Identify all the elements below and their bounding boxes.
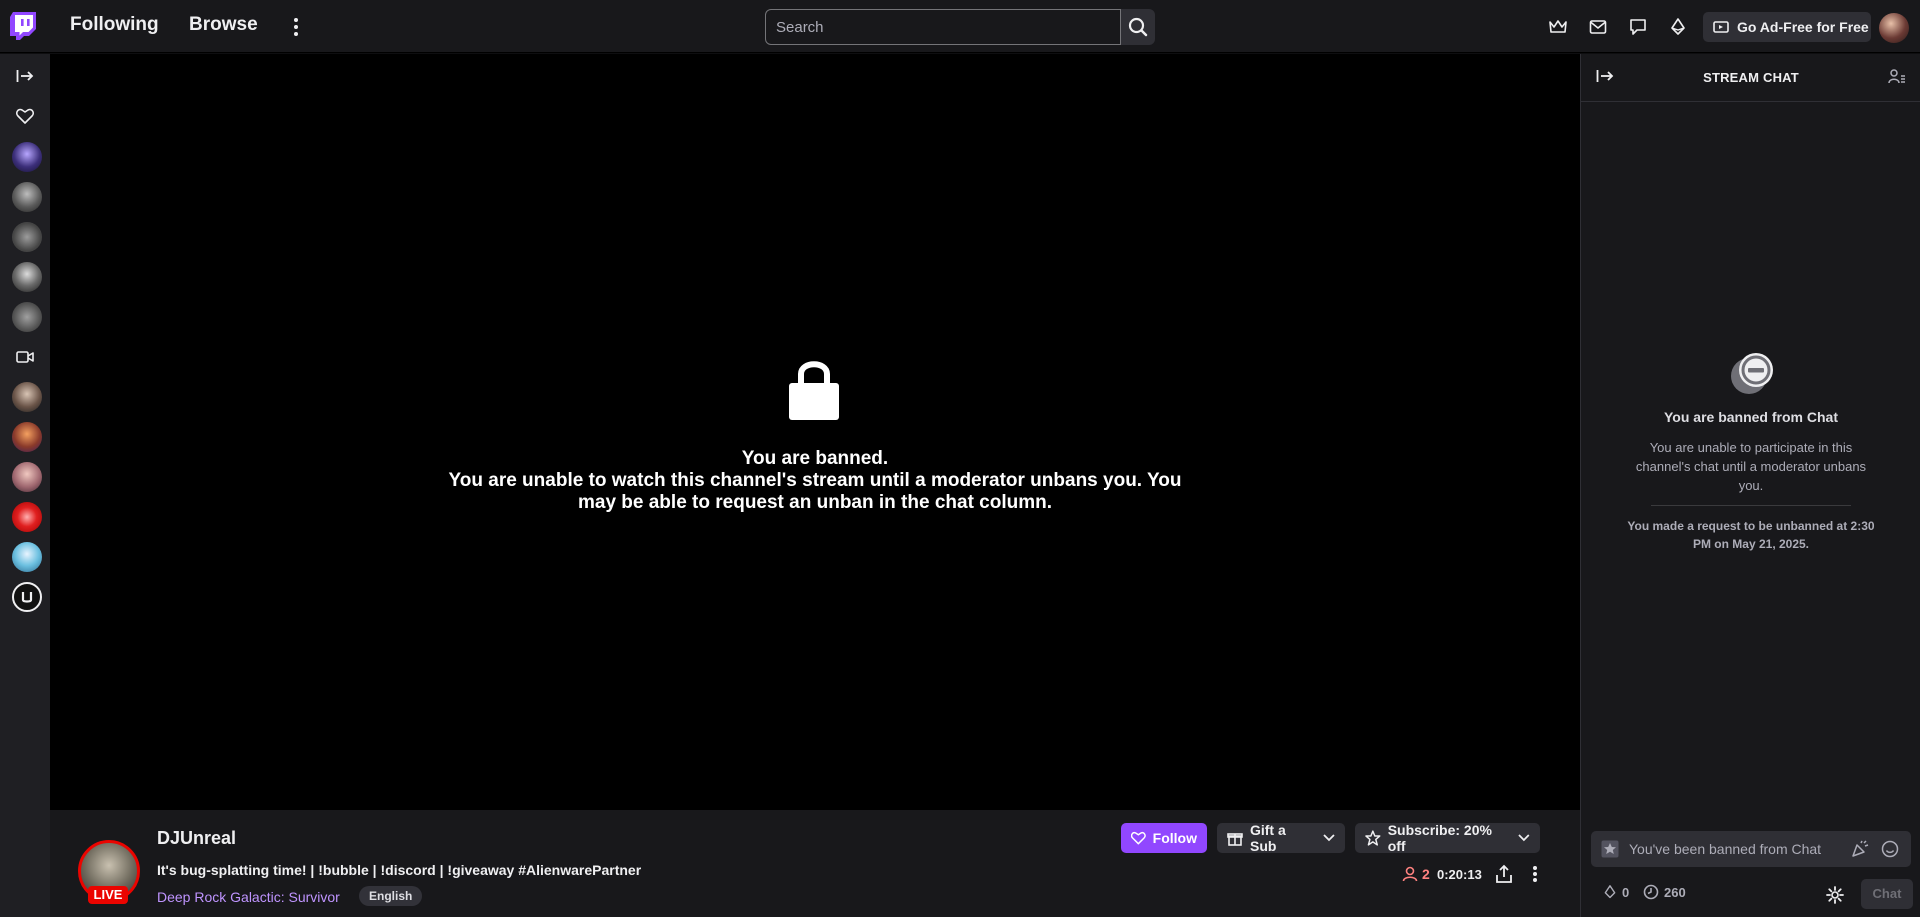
more-menu-icon[interactable] bbox=[288, 15, 304, 39]
subscribe-label: Subscribe: 20% off bbox=[1387, 822, 1492, 854]
sidebar-channel-avatar[interactable] bbox=[12, 462, 42, 492]
star-icon bbox=[1365, 830, 1381, 846]
gift-sub-label: Gift a Sub bbox=[1249, 822, 1286, 854]
sidebar-channel-avatar[interactable] bbox=[12, 502, 42, 532]
unreal-logo-icon bbox=[21, 592, 33, 603]
search-button[interactable] bbox=[1121, 9, 1155, 45]
live-channels-camera-icon bbox=[14, 346, 36, 368]
ban-title: You are banned. bbox=[741, 448, 889, 469]
video-player[interactable] bbox=[50, 54, 1580, 810]
sidebar-channel-avatar[interactable] bbox=[12, 422, 42, 452]
followed-heart-icon bbox=[14, 105, 36, 127]
bits-count: 0 bbox=[1622, 884, 1630, 900]
viewers-person-icon bbox=[1402, 866, 1418, 882]
streamer-name[interactable]: DJUnreal bbox=[157, 828, 236, 849]
sidebar-channel-avatar[interactable] bbox=[12, 142, 42, 172]
live-badge: LIVE bbox=[88, 886, 128, 904]
ban-message: You are unable to watch this channel's s… bbox=[448, 470, 1182, 513]
heart-icon bbox=[1131, 832, 1146, 845]
user-avatar[interactable] bbox=[1879, 13, 1909, 43]
search-icon bbox=[1128, 17, 1148, 37]
unban-request-message: You made a request to be unbanned at 2:3… bbox=[1627, 519, 1875, 551]
top-nav-bar: Following Browse Go Ad-Free for Free bbox=[0, 0, 1920, 53]
party-icon[interactable] bbox=[1851, 840, 1869, 863]
channel-points-count: 260 bbox=[1664, 884, 1686, 900]
inbox-icon[interactable] bbox=[1587, 16, 1609, 38]
subscribe-button[interactable]: Subscribe: 20% off bbox=[1355, 822, 1540, 854]
ad-free-icon bbox=[1713, 21, 1729, 33]
go-ad-free-label: Go Ad-Free for Free bbox=[1737, 19, 1869, 35]
stream-title: It's bug-splatting time! | !bubble | !di… bbox=[157, 862, 642, 878]
nav-browse-link[interactable]: Browse bbox=[189, 14, 258, 36]
sidebar-channel-avatar[interactable] bbox=[12, 222, 42, 252]
sidebar-channel-avatar[interactable] bbox=[12, 382, 42, 412]
game-category-link[interactable]: Deep Rock Galactic: Survivor bbox=[157, 889, 340, 905]
nav-following-link[interactable]: Following bbox=[70, 14, 159, 36]
chevron-down-icon bbox=[1518, 834, 1530, 842]
search-input[interactable] bbox=[765, 9, 1121, 45]
whispers-icon[interactable] bbox=[1627, 16, 1649, 38]
chat-banned-message: You are unable to participate in this ch… bbox=[1635, 440, 1867, 493]
twitch-logo-icon[interactable] bbox=[10, 12, 40, 42]
chat-banned-title: You are banned from Chat bbox=[1664, 409, 1838, 425]
bits-icon[interactable] bbox=[1667, 16, 1689, 38]
chevron-down-icon bbox=[1323, 834, 1335, 842]
chat-send-button[interactable]: Chat bbox=[1861, 879, 1913, 909]
sidebar-channel-avatar[interactable] bbox=[12, 582, 42, 612]
emoji-icon[interactable] bbox=[1881, 840, 1899, 863]
share-icon[interactable] bbox=[1494, 864, 1514, 884]
sidebar-channel-avatar[interactable] bbox=[12, 182, 42, 212]
followed-channels-sidebar bbox=[0, 54, 50, 917]
channel-points-icon bbox=[1643, 884, 1659, 900]
channel-points-balance[interactable]: 260 bbox=[1643, 884, 1686, 900]
follow-button[interactable]: Follow bbox=[1121, 823, 1207, 853]
expand-sidebar-icon[interactable] bbox=[14, 65, 36, 87]
prime-crown-icon[interactable] bbox=[1547, 16, 1569, 38]
viewer-count-value: 2 bbox=[1422, 866, 1430, 882]
sidebar-channel-avatar[interactable] bbox=[12, 262, 42, 292]
sidebar-channel-avatar[interactable] bbox=[12, 302, 42, 332]
channel-points-star-icon[interactable] bbox=[1601, 840, 1619, 863]
chat-settings-gear-icon[interactable] bbox=[1826, 886, 1844, 909]
viewer-count: 2 bbox=[1402, 866, 1430, 882]
more-options-icon[interactable] bbox=[1529, 864, 1541, 884]
bits-icon bbox=[1604, 885, 1616, 899]
bits-balance[interactable]: 0 bbox=[1603, 884, 1629, 900]
divider bbox=[1651, 505, 1851, 506]
lock-icon bbox=[787, 357, 841, 421]
gift-icon bbox=[1227, 833, 1243, 846]
chat-title: STREAM CHAT bbox=[1703, 70, 1799, 85]
banned-circle-icon bbox=[1729, 350, 1777, 398]
go-ad-free-button[interactable]: Go Ad-Free for Free bbox=[1703, 12, 1871, 42]
gift-sub-button[interactable]: Gift a Sub bbox=[1217, 822, 1345, 854]
chat-header: STREAM CHAT bbox=[1581, 54, 1920, 102]
stream-chat-panel: STREAM CHAT You are banned from Chat You… bbox=[1580, 54, 1920, 917]
follow-label: Follow bbox=[1152, 830, 1197, 846]
community-users-icon[interactable] bbox=[1888, 68, 1906, 91]
language-tag[interactable]: English bbox=[359, 886, 423, 906]
stream-uptime: 0:20:13 bbox=[1437, 867, 1482, 882]
sidebar-channel-avatar[interactable] bbox=[12, 542, 42, 572]
